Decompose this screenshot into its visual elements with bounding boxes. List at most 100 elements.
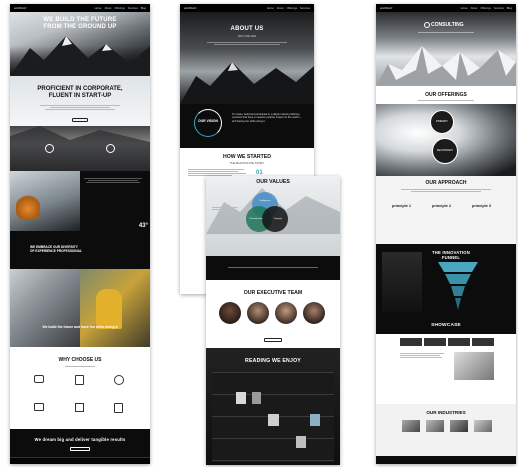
primary-label: PRIMARY xyxy=(436,120,448,123)
stat-value: 43° xyxy=(138,223,148,229)
nav-item[interactable]: About xyxy=(277,7,284,10)
hero-title: WE BUILD THE FUTURE FROM THE GROUND UP xyxy=(43,17,117,30)
battery-icon xyxy=(34,403,44,411)
about-title: ABOUT US xyxy=(230,26,264,32)
person-photo xyxy=(10,269,80,347)
cart-icon xyxy=(34,375,44,383)
how-title: HOW WE STARTED xyxy=(222,154,272,160)
quote-strip xyxy=(206,256,340,280)
values-title: OUR VALUES xyxy=(256,179,290,185)
nav-item[interactable]: Offerings xyxy=(287,7,297,10)
contact-button[interactable] xyxy=(70,447,90,451)
c-ring-icon xyxy=(424,22,430,28)
book-cover[interactable] xyxy=(236,392,246,404)
nav-item[interactable]: Offerings xyxy=(480,7,490,10)
showcase-card[interactable] xyxy=(448,338,470,346)
document-icon xyxy=(75,375,84,385)
nav-menu: Home About Offerings Services Blog xyxy=(95,7,146,10)
industry-image[interactable] xyxy=(426,420,444,432)
avatar[interactable] xyxy=(219,302,241,324)
consulting-hero: CONSULTING xyxy=(376,12,516,86)
showcase-card[interactable] xyxy=(472,338,494,346)
feature-section: 43° WE EMBRACE OUR DIVERSITY OF EXPERIEN… xyxy=(10,171,150,269)
about-hero: ABOUT US WHO WE ARE xyxy=(180,12,314,104)
venn-label: Integrity xyxy=(274,218,282,220)
page-consulting: architect Home About Offerings Services … xyxy=(376,4,516,464)
why-section: WHY CHOOSE US xyxy=(10,347,150,429)
industry-image[interactable] xyxy=(402,420,420,432)
nav-item[interactable]: Blog xyxy=(141,7,146,10)
clipboard-icon xyxy=(114,403,123,413)
vision-ring xyxy=(194,109,222,137)
nav-item[interactable]: Offerings xyxy=(114,7,124,10)
page-home: architect Home About Offerings Services … xyxy=(10,4,150,464)
nav-item[interactable]: Services xyxy=(300,7,310,10)
showcase-image xyxy=(454,352,494,380)
venn-label: Perseverance xyxy=(249,218,263,220)
badge-icon xyxy=(114,375,124,385)
showcase-card[interactable] xyxy=(424,338,446,346)
book-cover[interactable] xyxy=(310,414,320,426)
vision-label: OUR VISION xyxy=(198,119,218,123)
page-values: OUR VALUES Intelligence Perseverance Int… xyxy=(206,176,340,465)
chat-icon xyxy=(106,144,115,153)
principle-item: principle 3 xyxy=(472,204,491,208)
logo[interactable]: architect xyxy=(14,6,26,10)
book-cover[interactable] xyxy=(252,392,261,404)
grid-icon xyxy=(75,403,84,412)
avatar[interactable] xyxy=(247,302,269,324)
vision-text: To create, build and participate in mult… xyxy=(232,113,302,123)
innovation-title: THE INNOVATION FUNNEL xyxy=(431,250,470,260)
top-nav: architect Home About Offerings Services … xyxy=(10,4,150,12)
approach-section: OUR APPROACH principle 1 principle 2 pri… xyxy=(376,176,516,244)
reading-section: READING WE ENJOY xyxy=(206,348,340,465)
book-cover[interactable] xyxy=(268,414,279,426)
vision-section: OUR VISION To create, build and particip… xyxy=(180,104,314,148)
reading-title: READING WE ENJOY xyxy=(245,358,301,364)
showcase-card[interactable] xyxy=(400,338,422,346)
mountain-image xyxy=(10,36,150,76)
industries-section: OUR INDUSTRIES xyxy=(376,404,516,464)
nav-item[interactable]: About xyxy=(471,7,478,10)
learn-more-button[interactable] xyxy=(72,118,88,122)
industry-image[interactable] xyxy=(450,420,468,432)
nav-item[interactable]: Services xyxy=(128,7,138,10)
nav-item[interactable]: About xyxy=(105,7,112,10)
team-section: OUR EXECUTIVE TEAM xyxy=(206,280,340,348)
innovation-section: THE INNOVATION FUNNEL xyxy=(376,244,516,318)
offerings-title: OUR OFFERINGS xyxy=(425,92,467,98)
nav-item[interactable]: Services xyxy=(494,7,504,10)
tagline: We build the future and have fun while d… xyxy=(42,325,118,329)
showcase-section: SHOWCASE xyxy=(376,318,516,404)
showcase-title: SHOWCASE xyxy=(431,323,461,328)
consulting-title: CONSULTING xyxy=(424,22,464,28)
secondary-label: SECONDARY xyxy=(436,149,454,152)
logo[interactable]: architect xyxy=(380,6,392,10)
why-title: WHY CHOOSE US xyxy=(58,357,102,363)
nav-menu: Home About Offerings Services xyxy=(267,7,310,10)
nav-item[interactable]: Home xyxy=(267,7,274,10)
embrace-text: WE EMBRACE OUR DIVERSITY OF EXPERIENCE P… xyxy=(30,245,82,253)
logo[interactable]: architect xyxy=(184,6,196,10)
nav-menu: Home About Offerings Services Blog xyxy=(461,7,512,10)
industry-image[interactable] xyxy=(474,420,492,432)
services-strip xyxy=(10,126,150,171)
funnel-graphic xyxy=(438,262,478,310)
book-cover[interactable] xyxy=(296,436,306,448)
team-title: OUR EXECUTIVE TEAM xyxy=(243,290,303,296)
nav-item[interactable]: Blog xyxy=(507,7,512,10)
values-section: OUR VALUES Intelligence Perseverance Int… xyxy=(206,176,340,256)
principle-item: principle 1 xyxy=(392,204,411,208)
how-subtitle: THE BLACKSLATE STORY xyxy=(229,161,265,165)
avatar[interactable] xyxy=(275,302,297,324)
proficient-title: PROFICIENT IN CORPORATE, FLUENT IN START… xyxy=(37,86,123,99)
view-team-button[interactable] xyxy=(264,338,282,342)
hero-section: WE BUILD THE FUTURE FROM THE GROUND UP xyxy=(10,12,150,76)
approach-title: OUR APPROACH xyxy=(425,180,467,186)
handshake-icon xyxy=(45,144,54,153)
dream-text: We dream big and deliver tangible result… xyxy=(34,437,126,442)
nav-item[interactable]: Home xyxy=(95,7,102,10)
offerings-section: OUR OFFERINGS PRIMARY SECONDARY xyxy=(376,86,516,176)
nav-item[interactable]: Home xyxy=(461,7,468,10)
avatar[interactable] xyxy=(303,302,325,324)
